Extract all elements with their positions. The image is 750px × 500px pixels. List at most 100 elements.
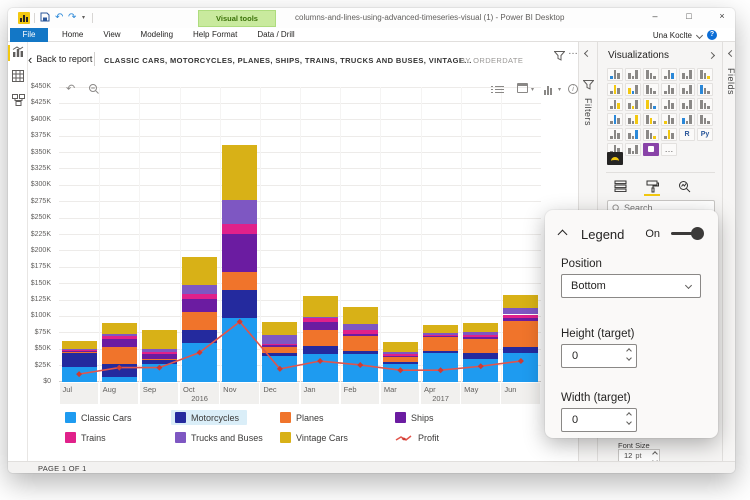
bar-jul-ships[interactable] bbox=[62, 351, 97, 352]
bar-aug-motorcycles[interactable] bbox=[102, 364, 137, 377]
tab-file[interactable]: File bbox=[10, 28, 48, 42]
bar-may-trains[interactable] bbox=[463, 335, 498, 338]
visual-icon-scatter-chart[interactable] bbox=[643, 98, 659, 111]
visual-icon-qna-visual[interactable] bbox=[625, 143, 641, 156]
visual-icon-line-and-clustered-column-chart[interactable] bbox=[679, 83, 695, 96]
width-target-input[interactable]: 0 bbox=[561, 408, 637, 432]
visual-icon-ribbon-chart[interactable] bbox=[697, 83, 713, 96]
tab-format[interactable] bbox=[644, 178, 660, 194]
bar-dec-ships[interactable] bbox=[262, 345, 297, 346]
bar-jul-trucks-and-buses[interactable] bbox=[62, 349, 97, 350]
expand-fields-icon[interactable] bbox=[728, 50, 735, 57]
bar-may-vintage-cars[interactable] bbox=[463, 323, 498, 332]
visual-icon-python-visual[interactable]: Py bbox=[697, 128, 713, 141]
visual-icon-100-stacked-bar-chart[interactable] bbox=[679, 68, 695, 81]
fields-pane-collapsed[interactable]: Fields bbox=[722, 42, 735, 461]
bar-mar-trucks-and-buses[interactable] bbox=[383, 352, 418, 354]
visual-icon-custom-visual[interactable] bbox=[643, 143, 659, 156]
tab-view[interactable]: View bbox=[93, 28, 130, 42]
legend-item-motorcycles[interactable]: Motorcycles bbox=[171, 410, 247, 425]
close-button[interactable]: × bbox=[713, 11, 731, 21]
bar-apr-classic-cars[interactable] bbox=[423, 353, 458, 383]
calendar-caret-icon[interactable]: ▾ bbox=[531, 86, 534, 93]
bar-may-ships[interactable] bbox=[463, 337, 498, 339]
help-icon[interactable]: ? bbox=[707, 30, 717, 40]
bar-oct-planes[interactable] bbox=[182, 312, 217, 330]
bar-may-trucks-and-buses[interactable] bbox=[463, 332, 498, 335]
height-target-input[interactable]: 0 bbox=[561, 344, 637, 368]
user-caret-icon[interactable] bbox=[696, 31, 703, 38]
undo-icon[interactable]: ↶ bbox=[55, 11, 63, 24]
visual-icon-kpi[interactable] bbox=[607, 128, 623, 141]
bar-apr-trains[interactable] bbox=[423, 335, 458, 336]
bar-mar-motorcycles[interactable] bbox=[383, 362, 418, 363]
visual-icon-area-chart[interactable] bbox=[625, 83, 641, 96]
info-icon[interactable]: i bbox=[568, 84, 578, 94]
bar-nov-ships[interactable] bbox=[222, 234, 257, 272]
bar-jun-planes[interactable] bbox=[503, 321, 538, 347]
bar-jul-planes[interactable] bbox=[62, 351, 97, 352]
bar-jun-vintage-cars[interactable] bbox=[503, 295, 538, 308]
visual-icon-pie-chart[interactable] bbox=[661, 98, 677, 111]
visual-icon-waterfall-chart[interactable] bbox=[607, 98, 623, 111]
save-icon[interactable] bbox=[40, 12, 50, 26]
visual-icon-filled-map[interactable] bbox=[625, 113, 641, 126]
visual-icon-line-chart[interactable] bbox=[607, 83, 623, 96]
legend-card-header[interactable]: Legend On bbox=[559, 224, 704, 244]
bar-feb-vintage-cars[interactable] bbox=[343, 307, 378, 323]
bar-apr-planes[interactable] bbox=[423, 337, 458, 350]
visual-icon-donut-chart[interactable] bbox=[679, 98, 695, 111]
minimize-button[interactable]: – bbox=[646, 11, 664, 21]
visual-icon-r-script-visual[interactable]: R bbox=[679, 128, 695, 141]
user-name[interactable]: Una Koclte bbox=[653, 31, 692, 40]
bar-jul-trains[interactable] bbox=[62, 350, 97, 351]
bar-oct-trains[interactable] bbox=[182, 294, 217, 299]
legend-item-vintage-cars[interactable]: Vintage Cars bbox=[280, 430, 348, 445]
bar-jun-trucks-and-buses[interactable] bbox=[503, 308, 538, 315]
bar-jan-trucks-and-buses[interactable] bbox=[303, 317, 338, 318]
bar-sep-classic-cars[interactable] bbox=[142, 364, 177, 382]
legend-item-ships[interactable]: Ships bbox=[395, 410, 434, 425]
quick-access-caret-icon[interactable]: ▾ bbox=[82, 14, 85, 21]
bar-aug-vintage-cars[interactable] bbox=[102, 323, 137, 333]
bar-nov-trains[interactable] bbox=[222, 224, 257, 234]
bar-apr-trucks-and-buses[interactable] bbox=[423, 333, 458, 335]
visual-icon-100-stacked-column-chart[interactable] bbox=[697, 68, 713, 81]
legend-item-profit[interactable]: Profit bbox=[395, 430, 439, 445]
visual-icon-slicer[interactable] bbox=[625, 128, 641, 141]
bar-oct-vintage-cars[interactable] bbox=[182, 257, 217, 285]
visual-icon-clustered-column-chart[interactable] bbox=[661, 68, 677, 81]
bar-aug-trains[interactable] bbox=[102, 336, 137, 339]
bar-dec-trucks-and-buses[interactable] bbox=[262, 335, 297, 344]
bar-may-motorcycles[interactable] bbox=[463, 353, 498, 360]
bar-dec-classic-cars[interactable] bbox=[262, 356, 297, 382]
width-spinner[interactable] bbox=[627, 413, 631, 424]
calendar-icon[interactable] bbox=[517, 83, 528, 93]
tab-analytics[interactable] bbox=[676, 178, 692, 194]
collapse-visualizations-icon[interactable] bbox=[708, 52, 715, 59]
bar-jan-ships[interactable] bbox=[303, 322, 338, 330]
visual-icon-stacked-column-chart[interactable] bbox=[625, 68, 641, 81]
bar-dec-motorcycles[interactable] bbox=[262, 353, 297, 356]
bar-jul-motorcycles[interactable] bbox=[62, 353, 97, 367]
tab-modeling[interactable]: Modeling bbox=[131, 28, 183, 42]
bar-mar-trains[interactable] bbox=[383, 354, 418, 357]
bar-jan-vintage-cars[interactable] bbox=[303, 296, 338, 317]
bar-oct-motorcycles[interactable] bbox=[182, 330, 217, 343]
visual-icon-multi-row-card[interactable] bbox=[697, 113, 713, 126]
tab-format[interactable]: Format bbox=[202, 28, 247, 42]
visual-icon-treemap[interactable] bbox=[697, 98, 713, 111]
redo-icon[interactable]: ↷ bbox=[68, 11, 76, 24]
bar-jul-vintage-cars[interactable] bbox=[62, 341, 97, 349]
visual-icon-stacked-bar-chart[interactable] bbox=[607, 68, 623, 81]
bar-aug-trucks-and-buses[interactable] bbox=[102, 334, 137, 337]
visual-icon-funnel-chart[interactable] bbox=[625, 98, 641, 111]
bar-aug-planes[interactable] bbox=[102, 347, 137, 363]
tab-fields[interactable] bbox=[612, 178, 628, 194]
reset-zoom-icon[interactable]: ↶ bbox=[66, 82, 75, 95]
bar-nov-motorcycles[interactable] bbox=[222, 290, 257, 318]
visual-icon-table[interactable] bbox=[643, 128, 659, 141]
maximize-button[interactable]: □ bbox=[680, 11, 698, 21]
bar-apr-vintage-cars[interactable] bbox=[423, 325, 458, 333]
chart-type-icon[interactable] bbox=[544, 83, 553, 95]
